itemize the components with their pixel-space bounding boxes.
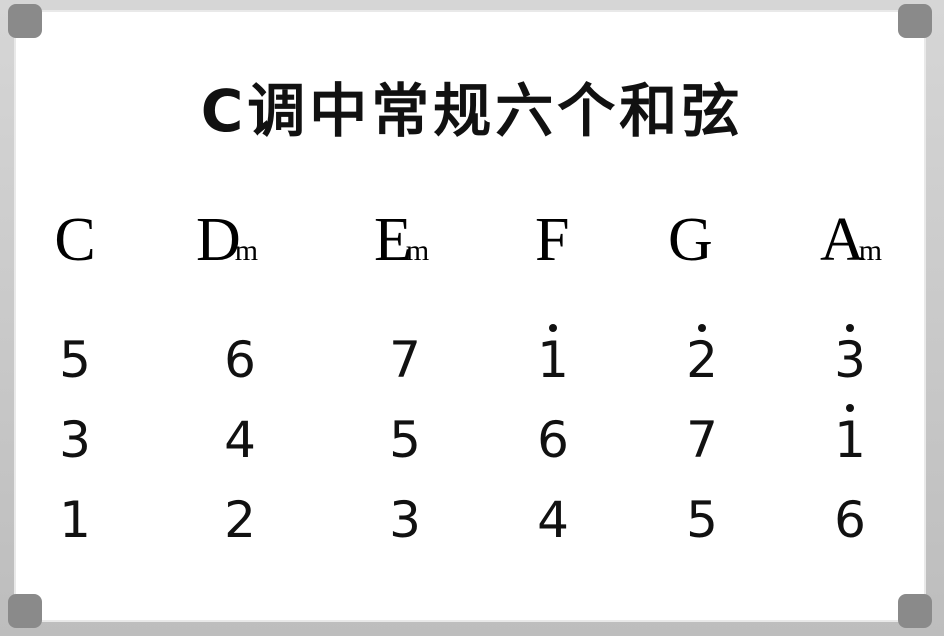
chord-label-1: C [54, 206, 96, 274]
note-r3-c1: 1 [59, 491, 91, 549]
chord-label-5: G [668, 206, 713, 274]
chord-label-2: Dm [196, 206, 258, 274]
note-r2-c1: 3 [59, 411, 91, 469]
frame-corner-top-left [8, 4, 42, 38]
note-r3-c6: 6 [834, 491, 866, 549]
note-r2-c5: 7 [686, 411, 718, 469]
note-r3-c5: 5 [686, 491, 718, 549]
chord-label-4: F [535, 206, 570, 274]
note-r2-c6: 1 [820, 404, 880, 470]
high-octave-dot [698, 324, 706, 332]
note-r2-c4: 6 [537, 411, 569, 469]
note-r1-c3: 7 [389, 331, 421, 389]
note-r3-c2: 2 [224, 491, 256, 549]
high-octave-dot [549, 324, 557, 332]
page-title: C调中常规六个和弦 [200, 77, 744, 145]
chord-label-6: Am [820, 206, 882, 274]
note-r1-c5: 2 [672, 324, 732, 390]
frame-corner-bottom-right [898, 594, 932, 628]
frame-corner-bottom-left [8, 594, 42, 628]
frame-corner-top-right [898, 4, 932, 38]
note-r1-c6: 3 [820, 324, 880, 390]
note-r3-c3: 3 [389, 491, 421, 549]
chord-label-3: Em [374, 206, 429, 274]
note-r2-c2: 4 [224, 411, 256, 469]
note-r3-c4: 4 [537, 491, 569, 549]
note-r1-c1: 5 [59, 331, 91, 389]
high-octave-dot [846, 404, 854, 412]
note-r2-c3: 5 [389, 411, 421, 469]
note-r1-c4: 1 [523, 324, 583, 390]
note-r1-c2: 6 [224, 331, 256, 389]
high-octave-dot [846, 324, 854, 332]
